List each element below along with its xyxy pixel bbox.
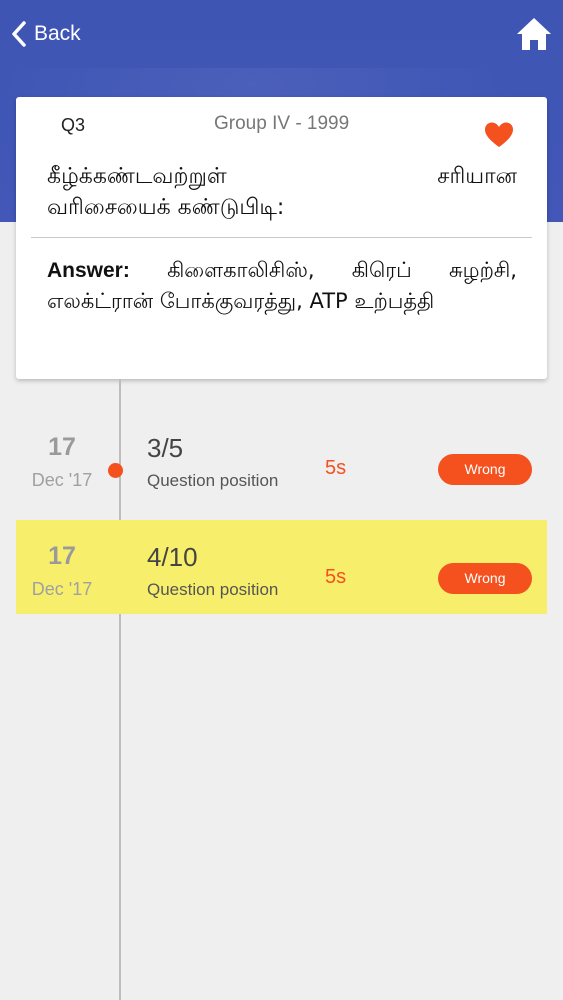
back-label: Back bbox=[34, 22, 81, 45]
answer-block: Answer: கிளைகாலிசிஸ், கிரெப் சுழற்சி, எல… bbox=[47, 255, 517, 317]
result-badge: Wrong bbox=[438, 563, 532, 594]
attempt-position-label: Question position bbox=[147, 471, 279, 490]
heart-icon[interactable] bbox=[484, 121, 514, 149]
question-text: கீழ்க்கண்டவற்றுள் சரியான வரிசையைக் கண்டு… bbox=[47, 161, 517, 223]
chevron-left-icon bbox=[12, 21, 26, 47]
attempt-time: 5s bbox=[325, 566, 347, 588]
question-group: Group IV - 1999 bbox=[214, 113, 350, 134]
home-icon[interactable] bbox=[516, 16, 552, 52]
attempt-position-label: Question position bbox=[147, 580, 279, 599]
timeline-dot bbox=[108, 463, 123, 478]
attempt-row[interactable]: 17 Dec '17 3/5 Question position 5s Wron… bbox=[16, 411, 547, 505]
attempt-position: 3/5 bbox=[147, 433, 184, 463]
card-divider bbox=[31, 237, 532, 238]
app-bar: Back bbox=[0, 0, 563, 68]
attempt-day: 17 bbox=[48, 542, 76, 570]
attempt-time: 5s bbox=[325, 457, 347, 479]
question-number: Q3 bbox=[61, 115, 86, 135]
attempt-position: 4/10 bbox=[147, 542, 198, 572]
question-text-line-2: வரிசையைக் கண்டுபிடி: bbox=[47, 195, 285, 220]
answer-label: Answer: bbox=[47, 259, 130, 282]
question-card: Q3 Group IV - 1999 கீழ்க்கண்டவற்றுள் சரி… bbox=[16, 97, 547, 379]
result-badge: Wrong bbox=[438, 454, 532, 485]
question-text-line-1: கீழ்க்கண்டவற்றுள் சரியான bbox=[47, 164, 517, 189]
attempt-row-highlighted[interactable]: 17 Dec '17 4/10 Question position 5s Wro… bbox=[16, 520, 547, 614]
attempt-day: 17 bbox=[48, 433, 76, 461]
attempt-month: Dec '17 bbox=[31, 470, 93, 490]
back-button[interactable]: Back bbox=[10, 18, 81, 50]
attempt-month: Dec '17 bbox=[31, 579, 93, 599]
